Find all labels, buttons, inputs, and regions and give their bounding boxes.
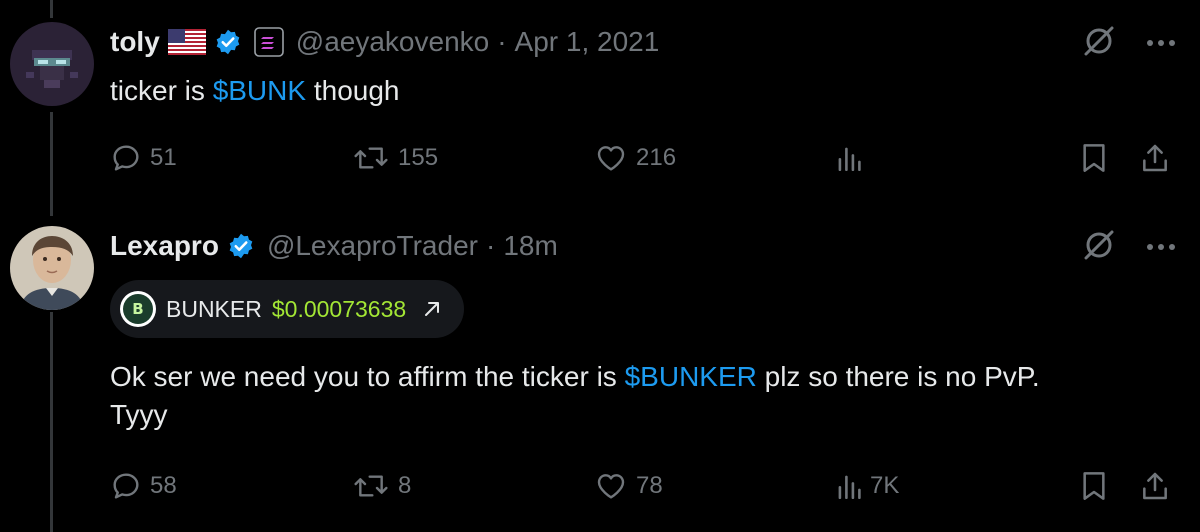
grok-icon[interactable] <box>1082 24 1116 63</box>
token-price-pill[interactable]: B BUNKER $0.00073638 <box>110 280 465 338</box>
timestamp[interactable]: 18m <box>503 230 557 262</box>
tweet-text-end: though <box>306 75 400 106</box>
retweet-count: 8 <box>398 472 412 499</box>
like-count: 78 <box>636 472 663 499</box>
retweet-icon <box>352 142 390 174</box>
reply-count: 58 <box>150 472 177 499</box>
verified-badge-icon[interactable] <box>214 28 242 56</box>
like-count: 216 <box>636 144 677 171</box>
cashtag-link[interactable]: $BUNK <box>213 75 306 106</box>
display-name[interactable]: Lexapro <box>110 230 219 262</box>
heart-icon <box>594 142 628 174</box>
like-button[interactable]: 78 <box>594 466 663 506</box>
views-chart-icon <box>836 142 862 174</box>
views-chart-icon <box>836 470 862 502</box>
us-flag-icon <box>167 29 206 55</box>
bunker-logo-letter: B <box>123 294 153 324</box>
avatar[interactable] <box>10 226 94 310</box>
avatar[interactable] <box>10 22 94 106</box>
avatar-pixel-image <box>10 22 94 106</box>
like-button[interactable]: 216 <box>594 138 676 178</box>
handle[interactable]: @LexaproTrader <box>267 230 478 262</box>
timestamp[interactable]: Apr 1, 2021 <box>515 26 660 58</box>
retweet-icon <box>352 470 390 502</box>
more-options-icon[interactable] <box>1146 239 1176 257</box>
retweet-button[interactable]: 155 <box>352 138 438 178</box>
reply-button[interactable]: 51 <box>110 138 177 178</box>
verified-badge-icon[interactable] <box>227 232 255 260</box>
tweet-actions: 51 155 216 <box>110 138 1180 178</box>
solana-affiliate-icon[interactable] <box>253 27 284 57</box>
heart-icon <box>594 470 628 502</box>
tweet-text-line2: Tyyy <box>110 399 168 430</box>
tweet-text-start: ticker is <box>110 75 213 106</box>
views-count: 7K <box>870 472 900 499</box>
tweet-top-actions <box>1082 228 1176 267</box>
bookmark-button[interactable] <box>1080 138 1108 178</box>
avatar-photo-image <box>10 226 94 310</box>
token-price: $0.00073638 <box>271 295 407 322</box>
tweet-text: ticker is $BUNK though <box>110 72 1170 110</box>
tweet-header: Lexapro @LexaproTrader · 18m <box>110 226 558 266</box>
cashtag-link[interactable]: $BUNKER <box>625 361 757 392</box>
more-options-icon[interactable] <box>1146 35 1176 53</box>
tweet-text-end: plz so there is no PvP. <box>756 361 1040 392</box>
tweet-text-start: Ok ser we need you to affirm the ticker … <box>110 361 625 392</box>
tweet-text: Ok ser we need you to affirm the ticker … <box>110 358 1170 434</box>
bookmark-icon <box>1080 470 1108 502</box>
views-button[interactable] <box>836 138 870 178</box>
bookmark-icon <box>1080 142 1108 174</box>
separator: · <box>485 230 496 261</box>
share-button[interactable] <box>1140 138 1170 178</box>
bunker-logo-icon: B <box>120 291 156 327</box>
handle[interactable]: @aeyakovenko <box>296 26 489 58</box>
reply-button[interactable]: 58 <box>110 466 177 506</box>
tweet-header: toly @aeyakovenko · Apr 1, 2021 <box>110 22 659 62</box>
share-icon <box>1140 142 1170 174</box>
retweet-button[interactable]: 8 <box>352 466 411 506</box>
separator: · <box>497 26 507 57</box>
reply-count: 51 <box>150 144 177 171</box>
views-button[interactable]: 7K <box>836 466 899 506</box>
grok-icon[interactable] <box>1082 228 1116 267</box>
tweet-2[interactable]: Lexapro @LexaproTrader · 18m B BUNKER $0… <box>0 220 1200 532</box>
retweet-count: 155 <box>398 144 439 171</box>
tweet-top-actions <box>1082 24 1176 63</box>
reply-icon <box>110 142 142 174</box>
share-button[interactable] <box>1140 466 1170 506</box>
tweet-1[interactable]: toly @aeyakovenko · Apr 1, 2021 ticker i… <box>0 0 1200 210</box>
display-name[interactable]: toly <box>110 26 160 58</box>
bookmark-button[interactable] <box>1080 466 1108 506</box>
token-name: BUNKER <box>166 295 262 322</box>
tweet-actions: 58 8 78 7K <box>110 466 1180 506</box>
reply-icon <box>110 470 142 502</box>
share-icon <box>1140 470 1170 502</box>
external-arrow-icon <box>422 299 442 319</box>
